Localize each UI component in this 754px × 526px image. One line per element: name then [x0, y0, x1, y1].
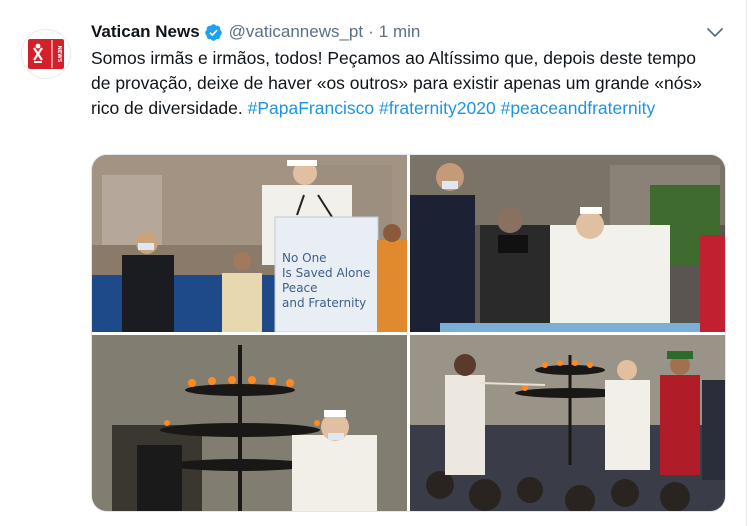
chevron-down-icon [707, 28, 723, 37]
photo-pope-candelabra[interactable] [92, 335, 407, 511]
tweet-menu-button[interactable] [702, 20, 728, 46]
photo-lighting-candles[interactable] [410, 335, 725, 511]
timestamp[interactable]: 1 min [379, 22, 421, 42]
avatar-label: NEWS [56, 46, 62, 63]
display-name[interactable]: Vatican News [91, 22, 200, 42]
podium-sign-line: Peace [282, 281, 318, 295]
vatican-news-logo-icon: NEWS [28, 39, 64, 69]
podium-sign-line: and Fraternity [282, 296, 367, 310]
tweet[interactable]: NEWS Vatican News @vaticannews_pt · 1 mi… [0, 0, 747, 526]
verified-badge-icon [204, 23, 223, 42]
podium-sign: No One Is Saved Alone Peace and Fraterni… [282, 251, 374, 311]
photo-pope-signing[interactable] [410, 155, 725, 332]
podium-sign-line: Is Saved Alone [282, 266, 371, 280]
hashtag-link[interactable]: #PapaFrancisco [248, 98, 374, 118]
avatar[interactable]: NEWS [21, 29, 71, 79]
podium-sign-line: No One [282, 251, 327, 265]
tweet-text: Somos irmãs e irmãos, todos! Peçamos ao … [91, 46, 711, 121]
media-grid: No One Is Saved Alone Peace and Fraterni… [91, 154, 726, 512]
tweet-header: Vatican News @vaticannews_pt · 1 min [91, 20, 420, 44]
hashtag-link[interactable]: #peaceandfraternity [501, 98, 656, 118]
hashtag-link[interactable]: #fraternity2020 [379, 98, 496, 118]
photo-pope-at-podium[interactable]: No One Is Saved Alone Peace and Fraterni… [92, 155, 407, 332]
handle[interactable]: @vaticannews_pt [229, 22, 363, 42]
separator-dot: · [368, 22, 374, 41]
